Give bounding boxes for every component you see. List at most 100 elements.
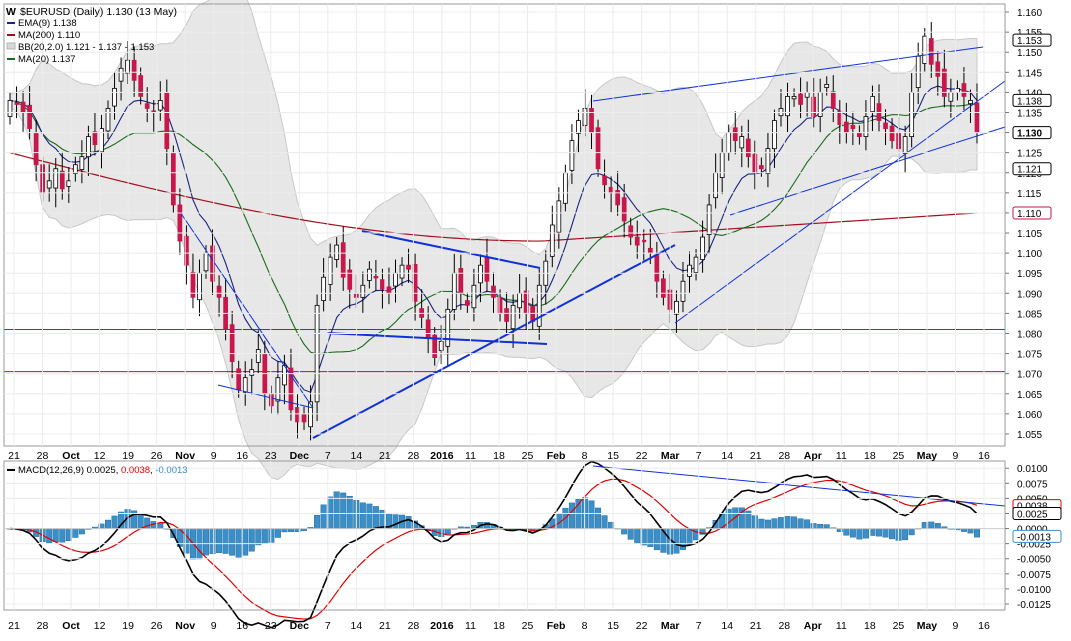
macd-histogram-bar xyxy=(392,514,399,529)
price-tick-label: 1.100 xyxy=(1017,249,1042,260)
macd-tick-label: -0.0075 xyxy=(1017,570,1051,581)
x-tick-label: 21 xyxy=(8,450,20,462)
x-tick-label-bottom: 28 xyxy=(37,620,49,632)
x-tick-label: 21 xyxy=(379,450,391,462)
macd-histogram-bar xyxy=(817,523,824,529)
macd-histogram-bar xyxy=(797,518,804,529)
candle-body xyxy=(955,87,960,93)
candle-body xyxy=(105,108,111,132)
candle-body xyxy=(693,256,699,273)
macd-histogram-bar xyxy=(804,519,811,529)
macd-histogram-bar xyxy=(686,528,693,545)
candle-body xyxy=(177,204,183,242)
macd-histogram-bar xyxy=(908,528,915,536)
macd-histogram-bar xyxy=(366,503,373,529)
x-tick-label: 7 xyxy=(696,450,702,462)
candle xyxy=(170,145,176,213)
x-tick-label-bottom: 16 xyxy=(236,620,248,632)
macd-tick-label: 0.0100 xyxy=(1017,464,1048,475)
macd-histogram-bar xyxy=(346,495,353,529)
x-tick-label-bottom: 25 xyxy=(522,620,534,632)
macd-histogram-bar xyxy=(849,528,856,538)
candle-body xyxy=(870,96,875,113)
candle-body xyxy=(438,341,444,351)
macd-histogram-bar xyxy=(274,528,281,538)
candle-body xyxy=(465,300,470,306)
x-tick-label-bottom: Feb xyxy=(547,620,566,632)
macd-tick-label: -0.0125 xyxy=(1017,600,1051,611)
candle-body xyxy=(661,278,666,298)
macd-histogram-bar xyxy=(209,528,216,554)
candle-body xyxy=(576,120,581,134)
candle-body xyxy=(595,127,601,170)
candle-body xyxy=(138,75,144,97)
legend-ma200: MA(200) 1.110 xyxy=(18,30,80,41)
x-tick-label: 23 xyxy=(265,450,277,462)
candle-body xyxy=(517,292,522,309)
macd-histogram-bar xyxy=(59,528,66,543)
candle-body xyxy=(674,300,679,315)
macd-histogram-bar xyxy=(764,519,771,529)
candle-body xyxy=(66,180,72,187)
candle-body xyxy=(484,257,490,282)
macd-histogram-bar xyxy=(771,518,778,529)
stock-chart: 21 21 28 28 Oct Oct 12 12 19 19 26 26 Nov Nov 9 9 16 16 23… xyxy=(0,0,1071,641)
macd-histogram-bar xyxy=(268,528,275,543)
macd-histogram-bar xyxy=(902,528,909,541)
candle-body xyxy=(863,116,869,138)
x-tick-label: 11 xyxy=(836,450,847,462)
price-label-text: 1.110 xyxy=(1017,209,1042,220)
macd-histogram-bar xyxy=(869,528,876,536)
x-tick-label-bottom: 22 xyxy=(636,620,648,632)
x-tick-label-bottom: 26 xyxy=(151,620,163,632)
candle-body xyxy=(451,272,457,310)
macd-title: MACD(12,26,9) 0.0025, 0.0038, -0.0013 xyxy=(18,465,188,476)
candle-body xyxy=(628,225,634,238)
price-tick-label: 1.080 xyxy=(1017,329,1042,340)
x-tick-label: 28 xyxy=(408,450,420,462)
candle-body xyxy=(216,285,222,298)
macd-histogram-bar xyxy=(379,509,386,529)
x-tick-label-bottom: 28 xyxy=(778,620,790,632)
candle-body xyxy=(569,140,575,171)
candle-body xyxy=(72,164,78,174)
macd-histogram-bar xyxy=(843,528,850,536)
x-tick-label-bottom: 14 xyxy=(721,620,733,632)
x-tick-label: Apr xyxy=(804,450,822,462)
candle-body xyxy=(504,308,509,322)
legend-ema: EMA(9) 1.138 xyxy=(18,18,77,29)
candle-body xyxy=(144,103,150,109)
x-tick-label-bottom: 21 xyxy=(8,620,20,632)
macd-histogram-bar xyxy=(621,528,628,535)
candle-body xyxy=(536,284,542,327)
macd-histogram-bar xyxy=(183,528,190,554)
x-tick-label-bottom: 23 xyxy=(265,620,277,632)
macd-histogram-bar xyxy=(627,528,634,540)
macd-histogram-bar xyxy=(693,528,700,541)
candle-body xyxy=(203,252,209,272)
macd-histogram-bar xyxy=(52,528,59,543)
candle-body xyxy=(46,180,52,189)
candle-body xyxy=(112,87,117,107)
candle-body xyxy=(33,132,39,166)
candle-body xyxy=(471,284,477,309)
candle-body xyxy=(909,92,915,138)
candle-body xyxy=(621,197,627,222)
candle-body xyxy=(641,239,647,243)
candle-body xyxy=(53,168,59,189)
x-tick-label-bottom: 19 xyxy=(122,620,134,632)
x-tick-label-bottom: May xyxy=(917,620,938,632)
x-tick-label-bottom: 25 xyxy=(893,620,905,632)
candle-body xyxy=(59,170,65,190)
bb-swatch xyxy=(6,42,16,50)
candle xyxy=(595,119,601,177)
price-tick-label: 1.060 xyxy=(1017,410,1042,421)
candle-body xyxy=(99,128,104,153)
macd-hist-value: -0.0013 xyxy=(155,465,187,476)
macd-histogram-bar xyxy=(601,515,608,529)
macd-histogram-bar xyxy=(856,528,863,540)
macd-histogram-bar xyxy=(248,528,255,552)
macd-histogram-bar xyxy=(934,523,941,529)
x-tick-label: 16 xyxy=(236,450,248,462)
candle-body xyxy=(478,264,483,284)
